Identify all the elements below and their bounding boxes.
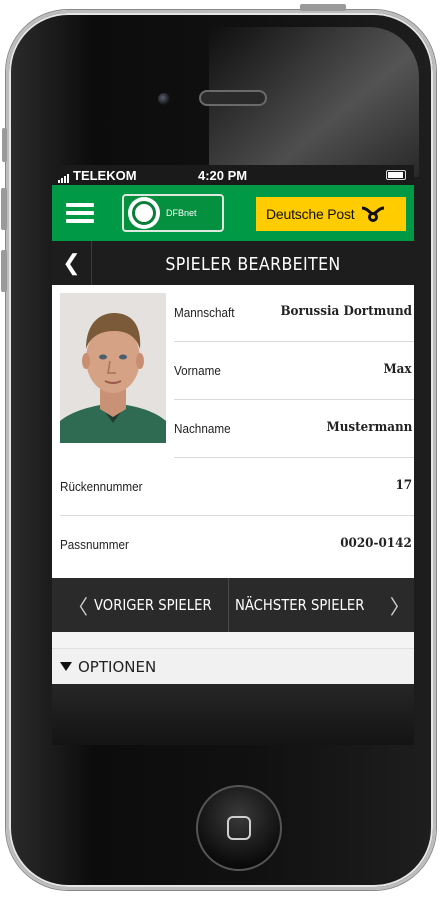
field-value: Mustermann xyxy=(326,420,412,435)
triangle-down-icon xyxy=(60,662,72,671)
field-label: Mannschaft xyxy=(174,305,235,320)
logo-text: DFBnet xyxy=(166,208,197,218)
mute-switch xyxy=(2,128,7,162)
phone-screen: TELEKOM 4:20 PM DFBnet Deutsche Post ❮ S… xyxy=(52,165,414,745)
field-row-passnummer[interactable]: Passnummer 0020-0142 xyxy=(60,517,414,574)
screen-footer xyxy=(52,684,414,745)
field-row-mannschaft[interactable]: Mannschaft Borussia Dortmund xyxy=(174,285,414,342)
field-value: Max xyxy=(383,362,412,377)
chevron-right-icon: 〉 xyxy=(389,594,410,619)
chevron-left-icon: ❮ xyxy=(62,250,81,275)
player-photo[interactable] xyxy=(60,293,166,443)
hamburger-icon[interactable] xyxy=(66,203,94,223)
earpiece-speaker xyxy=(199,90,267,106)
app-header: DFBnet Deutsche Post xyxy=(52,185,414,241)
spacer xyxy=(52,632,414,648)
options-label: OPTIONEN xyxy=(78,657,157,676)
home-square-icon xyxy=(227,816,251,840)
page-title: SPIELER BEARBEITEN xyxy=(165,254,341,275)
field-row-nachname[interactable]: Nachname Mustermann xyxy=(174,401,414,458)
dfbnet-logo[interactable]: DFBnet xyxy=(122,194,224,232)
title-bar: ❮ SPIELER BEARBEITEN xyxy=(52,241,414,285)
chevron-left-icon: 〈 xyxy=(68,594,88,619)
player-portrait-image xyxy=(60,293,166,443)
previous-player-label: VORIGER SPIELER xyxy=(94,596,212,614)
field-value: 17 xyxy=(395,478,412,493)
field-label: Nachname xyxy=(174,421,231,436)
field-value: Borussia Dortmund xyxy=(280,304,412,319)
field-row-vorname[interactable]: Vorname Max xyxy=(174,343,414,400)
signal-icon xyxy=(58,168,70,183)
status-bar: TELEKOM 4:20 PM xyxy=(52,165,414,185)
deutsche-post-logo: Deutsche Post xyxy=(256,197,406,231)
post-horn-icon xyxy=(362,206,385,222)
battery-icon xyxy=(386,170,406,180)
clock: 4:20 PM xyxy=(198,168,248,183)
field-value: 0020-0142 xyxy=(340,536,412,551)
back-button[interactable]: ❮ xyxy=(52,241,92,285)
sponsor-text: Deutsche Post xyxy=(266,206,355,222)
player-form: Mannschaft Borussia Dortmund Vorname Max… xyxy=(52,285,414,578)
carrier: TELEKOM xyxy=(58,168,137,183)
field-label: Rückennummer xyxy=(60,479,143,494)
volume-down-button xyxy=(1,250,7,292)
options-toggle[interactable]: OPTIONEN xyxy=(52,648,414,684)
player-navigation: 〈 VORIGER SPIELER NÄCHSTER SPIELER 〉 xyxy=(52,578,414,632)
dfb-crest-icon xyxy=(128,197,160,229)
previous-player-button[interactable]: 〈 VORIGER SPIELER xyxy=(52,578,229,632)
front-camera xyxy=(158,93,170,105)
field-label: Vorname xyxy=(174,363,221,378)
next-player-label: NÄCHSTER SPIELER xyxy=(234,596,365,614)
field-row-rueckennummer[interactable]: Rückennummer 17 xyxy=(60,459,414,516)
field-label: Passnummer xyxy=(60,537,129,552)
power-button xyxy=(300,4,346,11)
next-player-button[interactable]: NÄCHSTER SPIELER 〉 xyxy=(229,578,414,632)
home-button[interactable] xyxy=(196,785,282,871)
volume-up-button xyxy=(1,188,7,230)
carrier-name: TELEKOM xyxy=(73,168,137,183)
